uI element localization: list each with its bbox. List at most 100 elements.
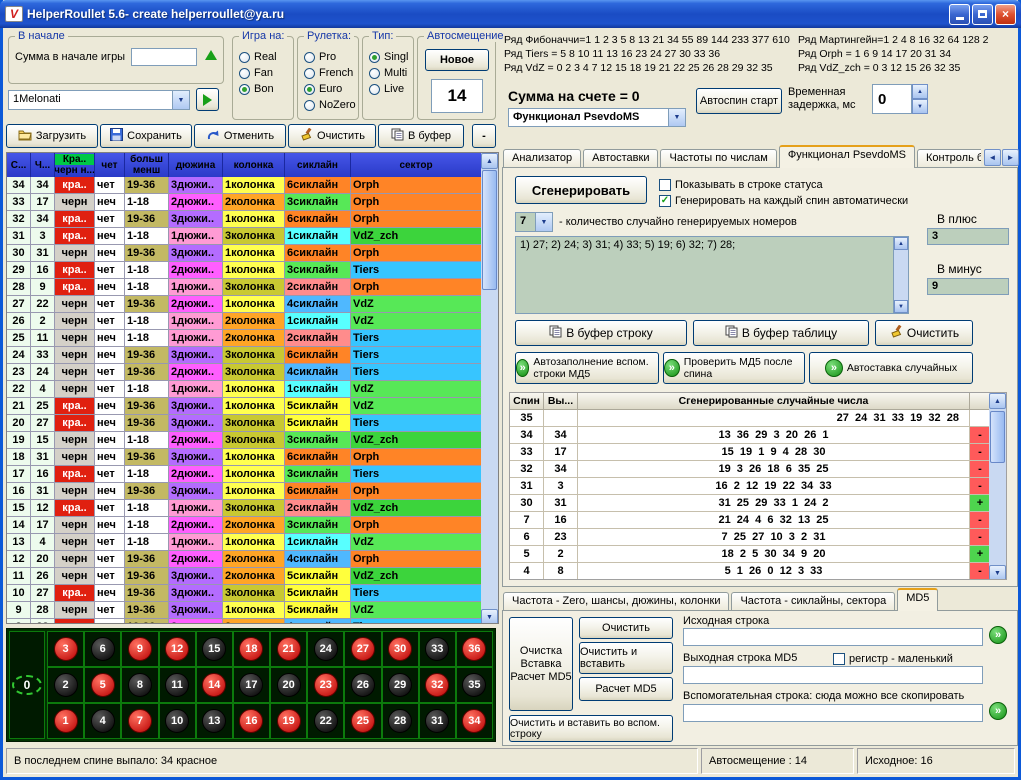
radio-option-bon[interactable]: Bon [239,81,291,97]
table-row[interactable]: 313кра..неч1-181дюжи..3колонка1сиклайнVd… [7,228,482,245]
clear-button[interactable]: Очистить [288,124,376,148]
table-row[interactable]: 323419 3 26 18 6 35 25- [510,461,1006,478]
generate-button[interactable]: Сгенерировать [515,176,647,204]
tab-контроль-банкролл[interactable]: Контроль банкролл [917,149,981,168]
function-select[interactable]: Функционал PsevdoMS ▼ [508,108,686,127]
table-row[interactable]: 3434кра..чет19-363дюжи..1колонка6сиклайн… [7,177,482,194]
table-row[interactable]: 2511черннеч1-181дюжи..2колонка2сиклайнTi… [7,330,482,347]
table-row[interactable]: 343413 36 29 3 20 26 1- [510,427,1006,444]
play-button[interactable] [196,88,219,111]
maximize-button[interactable] [972,4,993,25]
table-row[interactable]: 3317черннеч1-182дюжи..2колонка3сиклайнOr… [7,194,482,211]
board-cell-19[interactable]: 19 [270,703,307,739]
new-button[interactable]: Новое [425,49,489,71]
refresh-icon[interactable]: » [989,626,1007,644]
board-cell-21[interactable]: 21 [270,631,307,667]
checkbox-auto-generate[interactable]: ✓Генерировать на каждый спин автоматичес… [659,194,908,208]
board-cell-9[interactable]: 9 [121,631,158,667]
board-cell-10[interactable]: 10 [159,703,196,739]
plus-value[interactable]: 3 [927,228,1009,245]
board-cell-18[interactable]: 18 [233,631,270,667]
board-cell-34[interactable]: 34 [456,703,493,739]
board-cell-28[interactable]: 28 [382,703,419,739]
board-cell-33[interactable]: 33 [419,631,456,667]
helper-string-input[interactable] [683,704,983,722]
table-row[interactable]: 485 1 26 0 12 3 33- [510,563,1006,580]
close-button[interactable]: × [995,4,1016,25]
table-row[interactable]: 1716кра..чет1-182дюжи..1колонка3сиклайнT… [7,466,482,483]
board-cell-4[interactable]: 4 [84,703,121,739]
radio-option-live[interactable]: Live [369,81,411,97]
board-cell-11[interactable]: 11 [159,667,196,703]
board-cell-25[interactable]: 25 [344,703,381,739]
copy-button[interactable]: В буфер [378,124,464,148]
board-cell-3[interactable]: 3 [47,631,84,667]
board-cell-35[interactable]: 35 [456,667,493,703]
board-cell-5[interactable]: 5 [84,667,121,703]
table-row[interactable]: 1126чернчет19-363дюжи..2колонка5сиклайнV… [7,568,482,585]
scroll-thumb[interactable] [990,411,1005,463]
table-row[interactable]: 2324чернчет19-362дюжи..3колонка4сиклайнT… [7,364,482,381]
board-cell-14[interactable]: 14 [196,667,233,703]
generated-output[interactable]: 1) 27; 2) 24; 3) 31; 4) 33; 5) 19; 6) 32… [515,236,909,314]
md5-clear-paste-button[interactable]: Очистить и вставить [579,642,673,674]
checkbox-register[interactable]: регистр - маленький [833,652,953,666]
count-select[interactable]: 7 ▼ [515,212,553,232]
table-row[interactable]: 134чернчет1-181дюжи..1колонка1сиклайнVdZ [7,534,482,551]
table-row[interactable]: 6237 25 27 10 3 2 31- [510,529,1006,546]
checkbox-show-status[interactable]: Показывать в строке статуса [659,178,823,192]
table-row[interactable]: 1915черннеч1-182дюжи..3колонка3сиклайнVd… [7,432,482,449]
autostake-button[interactable]: »Автоставка случайных [809,352,973,384]
scroll-down-icon[interactable]: ▼ [894,300,908,313]
tab-анализатор[interactable]: Анализатор [503,149,581,168]
radio-option-euro[interactable]: Euro [304,81,356,97]
board-cell-23[interactable]: 23 [307,667,344,703]
refresh-icon[interactable]: » [989,702,1007,720]
load-button[interactable]: Загрузить [6,124,98,148]
table-row[interactable]: 1027кра..неч19-363дюжи..3колонка5сиклайн… [7,585,482,602]
board-cell-1[interactable]: 1 [47,703,84,739]
board-cell-30[interactable]: 30 [382,631,419,667]
board-cell-13[interactable]: 13 [196,703,233,739]
board-cell-32[interactable]: 32 [419,667,456,703]
copy-table-button[interactable]: В буфер таблицу [693,320,869,346]
tab-функционал-psevdoms[interactable]: Функционал PsevdoMS [779,145,915,168]
radio-option-fan[interactable]: Fan [239,65,291,81]
history-scrollbar[interactable]: ▲ ▼ [481,153,498,624]
table-row[interactable]: 1512кра..чет1-181дюжи..3колонка2сиклайнV… [7,500,482,517]
output-string-input[interactable] [683,666,983,684]
start-sum-input[interactable] [131,48,197,66]
minimize-button[interactable] [949,4,970,25]
table-row[interactable]: 262чернчет1-181дюжи..2колонка1сиклайнVdZ [7,313,482,330]
radio-option-french[interactable]: French [304,65,356,81]
board-cell-31[interactable]: 31 [419,703,456,739]
table-row[interactable]: 71621 24 4 6 32 13 25- [510,512,1006,529]
table-row[interactable]: 3527 24 31 33 19 32 28 [510,410,1006,427]
board-cell-22[interactable]: 22 [307,703,344,739]
radio-option-pro[interactable]: Pro [304,49,356,65]
spin-up-icon[interactable]: ▲ [912,84,928,99]
table-row[interactable]: 5218 2 5 30 34 9 20+ [510,546,1006,563]
tab-md5[interactable]: MD5 [897,588,938,611]
board-cell-0[interactable]: 0 [9,631,45,739]
autospin-button[interactable]: Автоспин старт [696,88,782,114]
tab-scroll-left-icon[interactable]: ◄ [984,149,1001,166]
tab-частоты-по-числам[interactable]: Частоты по числам [660,149,776,168]
board-cell-29[interactable]: 29 [382,667,419,703]
undo-button[interactable]: Отменить [194,124,286,148]
scroll-down-icon[interactable]: ▼ [481,609,498,624]
output-scrollbar[interactable]: ▲ ▼ [893,237,908,313]
chevron-down-icon[interactable]: ▼ [668,109,685,126]
source-string-input[interactable] [683,628,983,646]
tab-автоставки[interactable]: Автоставки [583,149,658,168]
gen-table-scrollbar[interactable]: ▲ ▼ [989,393,1006,580]
board-cell-17[interactable]: 17 [233,667,270,703]
spin-down-icon[interactable]: ▼ [912,99,928,114]
autofill-md5-button[interactable]: »Автозаполнение вспом. строки МД5 [515,352,659,384]
check-md5-button[interactable]: »Проверить МД5 после спина [663,352,805,384]
table-row[interactable]: 2722чернчет19-362дюжи..1колонка4сиклайнV… [7,296,482,313]
preset-select[interactable]: 1Melonati ▼ [8,90,190,110]
table-row[interactable]: 1220чернчет19-362дюжи..2колонка4сиклайнO… [7,551,482,568]
table-row[interactable]: 1631черннеч19-363дюжи..1колонка6сиклайнO… [7,483,482,500]
collapse-button[interactable]: - [472,124,496,148]
